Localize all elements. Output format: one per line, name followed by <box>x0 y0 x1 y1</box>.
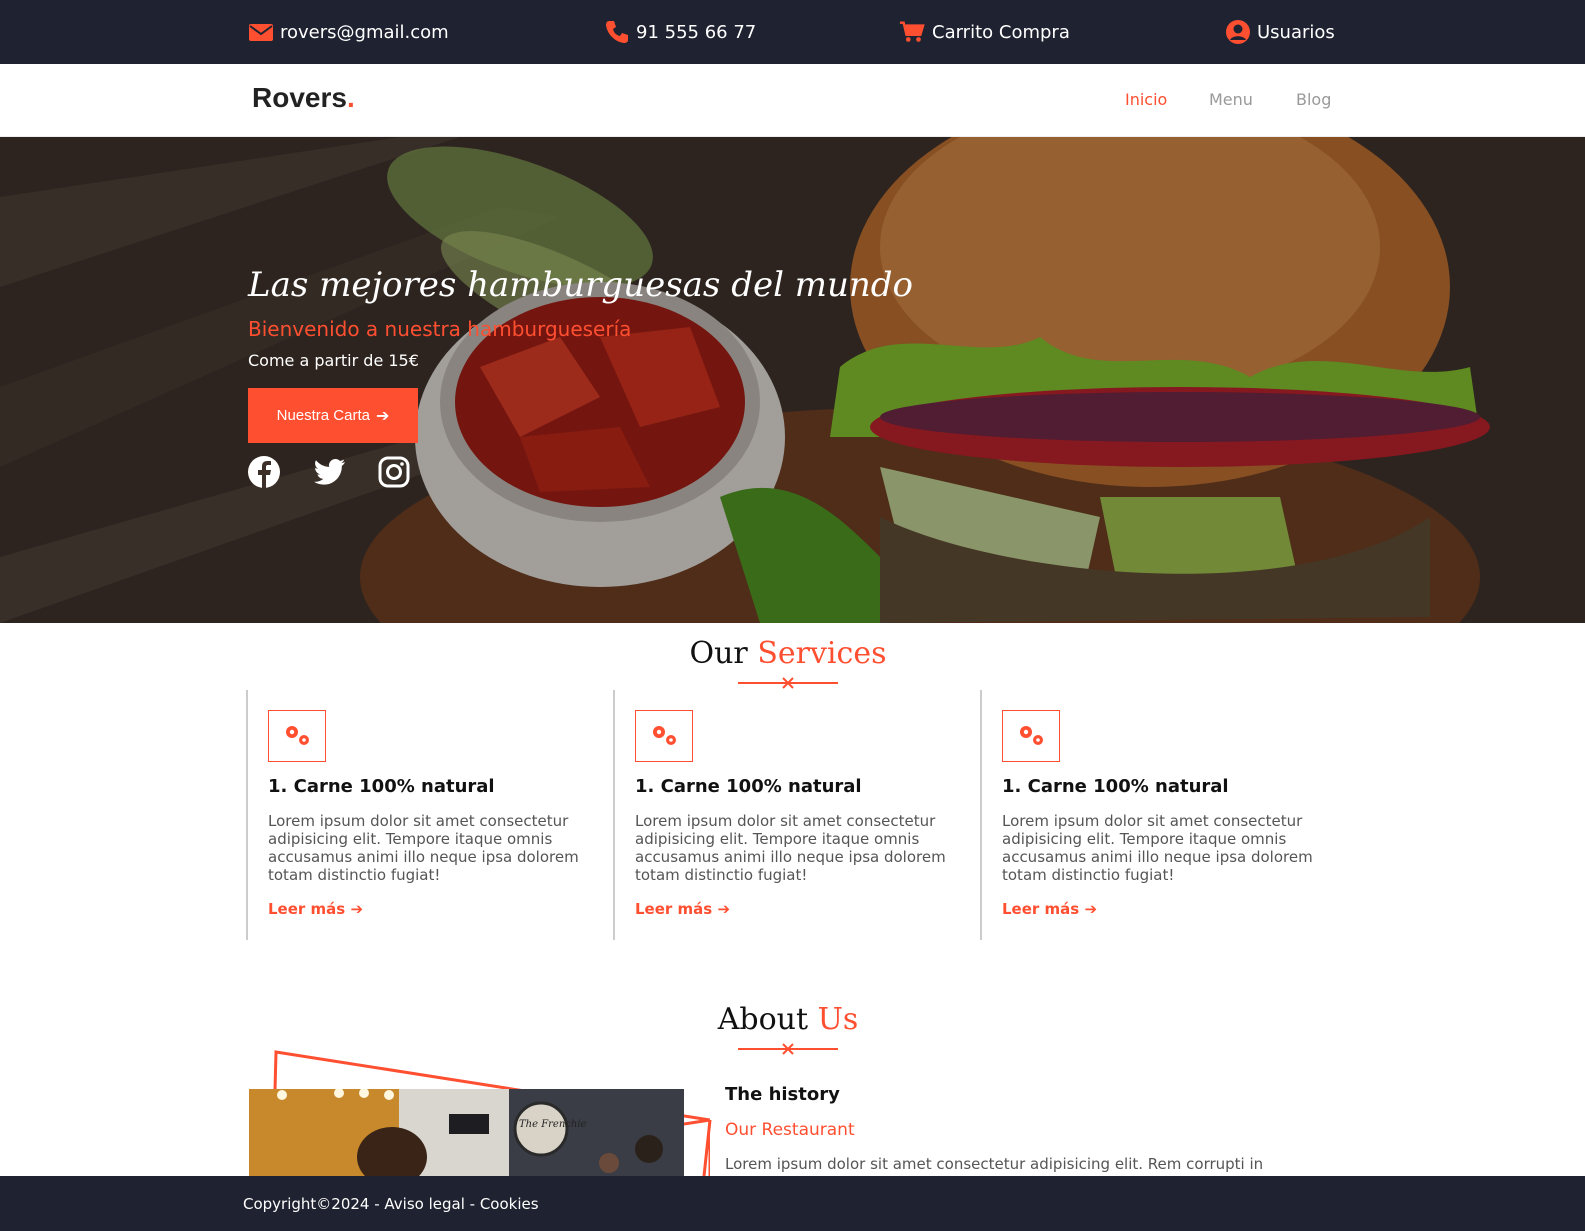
leer-mas-link[interactable]: Leer más ➔ <box>635 900 730 918</box>
leer-mas-label: Leer más <box>1002 900 1080 918</box>
top-bar: rovers@gmail.com 91 555 66 77 Carrito Co… <box>0 0 1585 64</box>
cart-link[interactable]: Carrito Compra <box>898 17 1070 47</box>
about-subheading: Our Restaurant <box>725 1120 855 1140</box>
about-divider <box>738 1043 838 1055</box>
footer-copyright: Copyright©2024 - Aviso legal - Cookies <box>243 1195 539 1213</box>
envelope-icon <box>248 19 274 45</box>
user-circle-icon <box>1225 19 1251 45</box>
about-heading: The history <box>725 1084 840 1105</box>
nav-link-blog[interactable]: Blog <box>1296 90 1331 109</box>
about-restaurant-photo: The Frenchie <box>249 1089 684 1179</box>
users-text: Usuarios <box>1257 21 1335 43</box>
cart-text: Carrito Compra <box>932 21 1070 43</box>
service-title: 1. Carne 100% natural <box>268 776 495 797</box>
service-card-2: 1. Carne 100% natural Lorem ipsum dolor … <box>613 690 979 940</box>
facebook-icon[interactable] <box>247 455 281 489</box>
services-title-part2: Services <box>757 636 887 671</box>
services-section-title: Our Services <box>588 636 988 671</box>
service-card-3: 1. Carne 100% natural Lorem ipsum dolor … <box>980 690 1346 940</box>
nav-link-inicio[interactable]: Inicio <box>1125 90 1167 109</box>
arrow-right-icon: ➔ <box>375 407 390 425</box>
users-link[interactable]: Usuarios <box>1225 17 1335 47</box>
hero-overlay <box>0 137 1585 623</box>
main-navbar: Rovers. Inicio Menu Blog <box>0 64 1585 137</box>
services-title-part1: Our <box>689 636 748 671</box>
twitter-icon[interactable] <box>313 455 347 489</box>
photo-sign-text: The Frenchie <box>519 1119 587 1130</box>
cart-icon <box>898 19 926 45</box>
phone-icon <box>604 19 630 45</box>
gears-icon <box>635 710 693 762</box>
email-text: rovers@gmail.com <box>280 21 449 43</box>
site-logo[interactable]: Rovers. <box>252 82 355 114</box>
service-title: 1. Carne 100% natural <box>1002 776 1229 797</box>
service-text: Lorem ipsum dolor sit amet consectetur a… <box>268 812 579 884</box>
about-frame-corner <box>684 1120 712 1176</box>
nav-link-menu[interactable]: Menu <box>1209 90 1253 109</box>
arrow-right-icon: ➔ <box>350 900 364 918</box>
phone-text: 91 555 66 77 <box>636 21 757 43</box>
leer-mas-label: Leer más <box>268 900 346 918</box>
arrow-right-icon: ➔ <box>1084 900 1098 918</box>
hero-subtitle: Bienvenido a nuestra hamburguesería <box>248 317 632 341</box>
service-title: 1. Carne 100% natural <box>635 776 862 797</box>
gears-icon <box>268 710 326 762</box>
hero-banner: Las mejores hamburguesas del mundo Bienv… <box>0 137 1585 623</box>
logo-dot: . <box>346 82 355 113</box>
email-contact[interactable]: rovers@gmail.com <box>248 17 449 47</box>
about-text: Lorem ipsum dolor sit amet consectetur a… <box>725 1155 1264 1173</box>
logo-text: Rovers <box>252 82 347 113</box>
about-title-part2: Us <box>817 1002 859 1037</box>
nuestra-carta-label: Nuestra Carta <box>276 407 370 424</box>
arrow-right-icon: ➔ <box>717 900 731 918</box>
instagram-icon[interactable] <box>377 455 411 489</box>
hero-tagline: Come a partir de 15€ <box>248 351 419 370</box>
nuestra-carta-button[interactable]: Nuestra Carta ➔ <box>248 388 418 443</box>
service-text: Lorem ipsum dolor sit amet consectetur a… <box>1002 812 1313 884</box>
phone-contact[interactable]: 91 555 66 77 <box>604 17 756 47</box>
leer-mas-link[interactable]: Leer más ➔ <box>268 900 363 918</box>
about-section-title: About Us <box>588 1002 988 1037</box>
services-divider <box>738 677 838 689</box>
service-card-1: 1. Carne 100% natural Lorem ipsum dolor … <box>246 690 612 940</box>
about-title-part1: About <box>717 1002 809 1037</box>
leer-mas-label: Leer más <box>635 900 713 918</box>
site-footer: Copyright©2024 - Aviso legal - Cookies <box>0 1176 1585 1231</box>
hero-title: Las mejores hamburguesas del mundo <box>248 265 914 305</box>
service-text: Lorem ipsum dolor sit amet consectetur a… <box>635 812 946 884</box>
gears-icon <box>1002 710 1060 762</box>
leer-mas-link[interactable]: Leer más ➔ <box>1002 900 1097 918</box>
